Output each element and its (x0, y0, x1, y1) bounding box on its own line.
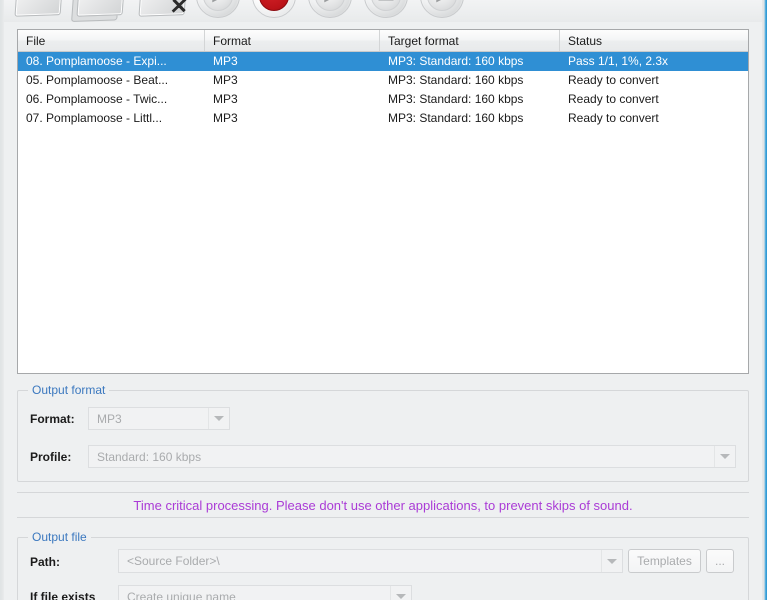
cell-target-format: MP3: Standard: 160 kbps (388, 92, 524, 106)
cell-status: Ready to convert (568, 92, 659, 106)
window-left-edge (0, 0, 4, 600)
cell-status: Ready to convert (568, 111, 659, 125)
chevron-down-icon[interactable] (208, 408, 229, 429)
table-row[interactable]: 07. Pomplamoose - Littl... MP3 MP3: Stan… (18, 109, 748, 128)
cell-format: MP3 (213, 73, 238, 87)
path-select[interactable]: <Source Folder>\ (118, 549, 623, 573)
table-row[interactable]: 06. Pomplamoose - Twic... MP3 MP3: Stand… (18, 90, 748, 109)
resume-button[interactable]: ▶ (308, 0, 354, 20)
play-circle-icon: ▶ (308, 0, 352, 18)
cell-format: MP3 (213, 54, 238, 68)
column-header-status[interactable]: Status (560, 30, 748, 51)
pause-button[interactable]: ▬ (364, 0, 410, 20)
table-row[interactable]: 05. Pomplamoose - Beat... MP3 MP3: Stand… (18, 71, 748, 90)
warning-text: Time critical processing. Please don't u… (133, 497, 633, 513)
stop-button[interactable]: ✖ (252, 0, 298, 20)
folder-stack-icon (76, 0, 126, 17)
cell-file: 06. Pomplamoose - Twic... (26, 92, 168, 106)
browse-button[interactable]: ... (706, 549, 734, 573)
format-label: Format: (30, 412, 75, 426)
warning-banner: Time critical processing. Please don't u… (17, 492, 749, 518)
column-header-format[interactable]: Format (205, 30, 380, 51)
profile-label: Profile: (30, 450, 72, 464)
if-file-exists-label: If file exists (30, 590, 96, 600)
cell-file: 08. Pomplamoose - Expi... (26, 54, 167, 68)
column-header-target-format[interactable]: Target format (380, 30, 560, 51)
output-file-group-title: Output file (28, 530, 91, 544)
file-list[interactable]: File Format Target format Status 08. Pom… (17, 29, 749, 374)
cell-target-format: MP3: Standard: 160 kbps (388, 54, 524, 68)
add-folder-button[interactable] (76, 0, 126, 20)
folder-remove-icon: ✕ (138, 0, 190, 19)
cell-format: MP3 (213, 111, 238, 125)
format-select[interactable]: MP3 (88, 407, 230, 430)
cell-file: 05. Pomplamoose - Beat... (26, 73, 169, 87)
path-label: Path: (30, 555, 60, 569)
if-file-exists-select[interactable]: Create unique name (118, 585, 412, 600)
chevron-down-icon[interactable] (390, 586, 411, 600)
output-format-group-title: Output format (28, 383, 110, 397)
cell-status: Ready to convert (568, 73, 659, 87)
column-header-file[interactable]: File (18, 30, 205, 51)
next-button[interactable]: ▶ (420, 0, 466, 20)
path-value: <Source Folder>\ (127, 554, 220, 568)
if-file-exists-value: Create unique name (127, 589, 236, 600)
format-value: MP3 (97, 411, 122, 426)
cell-file: 07. Pomplamoose - Littl... (26, 111, 163, 125)
play-circle-icon: ▶ (420, 0, 464, 18)
file-list-header: File Format Target format Status (18, 30, 748, 52)
chevron-down-icon[interactable] (601, 550, 622, 572)
converter-window: ✕ ▶ ✖ ▶ ▬ ▶ (0, 0, 767, 600)
remove-files-button[interactable]: ✕ (138, 0, 190, 20)
pause-circle-icon: ▬ (364, 0, 408, 18)
stop-circle-icon: ✖ (252, 0, 296, 18)
templates-button[interactable]: Templates (628, 549, 701, 573)
play-circle-icon: ▶ (196, 0, 240, 18)
start-button[interactable]: ▶ (196, 0, 242, 20)
profile-value: Standard: 160 kbps (97, 449, 202, 464)
profile-select[interactable]: Standard: 160 kbps (88, 445, 736, 468)
table-row[interactable]: 08. Pomplamoose - Expi... MP3 MP3: Stand… (18, 52, 748, 71)
output-format-group: Output format (17, 383, 749, 482)
add-files-button[interactable] (14, 0, 64, 20)
cell-format: MP3 (213, 92, 238, 106)
folder-icon (14, 0, 64, 17)
chevron-down-icon[interactable] (714, 446, 735, 467)
window-right-edge (762, 0, 767, 600)
cell-target-format: MP3: Standard: 160 kbps (388, 73, 524, 87)
close-icon: ✕ (168, 0, 190, 19)
cell-status: Pass 1/1, 1%, 2.3x (568, 54, 669, 68)
main-toolbar: ✕ ▶ ✖ ▶ ▬ ▶ (0, 0, 767, 22)
cell-target-format: MP3: Standard: 160 kbps (388, 111, 524, 125)
